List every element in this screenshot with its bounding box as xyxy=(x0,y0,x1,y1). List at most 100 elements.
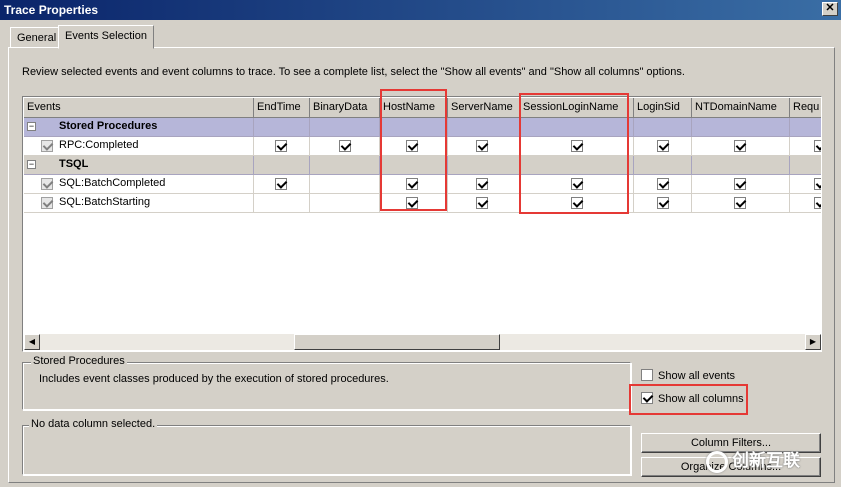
tab-general-label: General xyxy=(17,32,57,44)
watermark: 创新互联 xyxy=(706,446,838,474)
column-checkbox[interactable] xyxy=(275,178,287,190)
column-checkbox[interactable] xyxy=(657,140,669,152)
group-cell xyxy=(310,118,380,137)
scroll-thumb[interactable] xyxy=(294,334,500,350)
column-header-loginsid[interactable]: LoginSid xyxy=(634,98,692,118)
horizontal-scrollbar[interactable]: ◀ ▶ xyxy=(24,334,821,350)
group-name-cell: − TSQL xyxy=(24,156,254,175)
event-name: SQL:BatchStarting xyxy=(59,196,151,208)
group-cell xyxy=(634,118,692,137)
column-header-hostname[interactable]: HostName xyxy=(380,98,448,118)
group-row[interactable]: − Stored Procedures xyxy=(24,118,821,137)
column-header-ntdomainname[interactable]: NTDomainName xyxy=(692,98,790,118)
column-cell xyxy=(310,194,380,213)
group-cell xyxy=(520,118,634,137)
title-bar: Trace Properties ✕ xyxy=(0,0,841,20)
show-all-events-label: Show all events xyxy=(658,370,736,382)
group-cell xyxy=(380,156,448,175)
column-header-endtime[interactable]: EndTime xyxy=(254,98,310,118)
column-header-requ[interactable]: Requ xyxy=(790,98,821,118)
show-all-events-checkbox[interactable] xyxy=(641,369,653,382)
event-row[interactable]: SQL:BatchStarting xyxy=(24,194,821,213)
group-name: Stored Procedures xyxy=(59,120,158,132)
tab-events-selection-label: Events Selection xyxy=(65,30,147,42)
close-icon: ✕ xyxy=(825,2,835,14)
event-row[interactable]: SQL:BatchCompleted xyxy=(24,175,821,194)
arrow-right-icon: ▶ xyxy=(809,337,817,346)
column-checkbox[interactable] xyxy=(339,140,351,152)
column-checkbox[interactable] xyxy=(657,178,669,190)
event-name-cell: SQL:BatchCompleted xyxy=(24,175,254,194)
event-name-cell: SQL:BatchStarting xyxy=(24,194,254,213)
event-name: SQL:BatchCompleted xyxy=(59,177,166,189)
group-name: TSQL xyxy=(59,158,89,170)
column-info-box: No data column selected. xyxy=(22,418,631,475)
event-select-checkbox[interactable] xyxy=(41,178,53,190)
column-checkbox[interactable] xyxy=(406,178,418,190)
column-cell xyxy=(448,137,520,156)
column-info-text: No data column selected. xyxy=(29,418,158,430)
column-cell xyxy=(790,194,821,213)
group-row[interactable]: − TSQL xyxy=(24,156,821,175)
events-grid[interactable]: Events EndTime BinaryData HostName ServerNam… xyxy=(22,96,822,352)
column-checkbox[interactable] xyxy=(406,140,418,152)
column-checkbox[interactable] xyxy=(476,178,488,190)
show-all-columns-option[interactable]: Show all columns xyxy=(641,392,744,405)
column-cell xyxy=(310,175,380,194)
tab-events-selection[interactable]: Events Selection xyxy=(58,25,154,49)
event-row[interactable]: RPC:Completed xyxy=(24,137,821,156)
column-cell xyxy=(634,137,692,156)
column-cell xyxy=(380,175,448,194)
group-cell xyxy=(692,118,790,137)
collapse-icon[interactable]: − xyxy=(27,160,36,169)
column-header-servername[interactable]: ServerName xyxy=(448,98,520,118)
event-select-checkbox[interactable] xyxy=(41,197,53,209)
column-checkbox[interactable] xyxy=(814,197,821,209)
collapse-icon[interactable]: − xyxy=(27,122,36,131)
column-checkbox[interactable] xyxy=(814,178,821,190)
group-cell xyxy=(520,156,634,175)
group-cell xyxy=(254,118,310,137)
tab-general[interactable]: General xyxy=(10,27,64,48)
arrow-left-icon: ◀ xyxy=(28,337,36,346)
scroll-left-button[interactable]: ◀ xyxy=(24,334,40,350)
column-cell xyxy=(448,194,520,213)
column-checkbox[interactable] xyxy=(406,197,418,209)
column-cell xyxy=(380,194,448,213)
column-header-binarydata[interactable]: BinaryData xyxy=(310,98,380,118)
column-checkbox[interactable] xyxy=(814,140,821,152)
show-all-events-option[interactable]: Show all events xyxy=(641,369,736,382)
column-checkbox[interactable] xyxy=(476,197,488,209)
column-cell xyxy=(254,194,310,213)
event-select-checkbox[interactable] xyxy=(41,140,53,152)
group-cell xyxy=(380,118,448,137)
column-checkbox[interactable] xyxy=(734,197,746,209)
column-checkbox[interactable] xyxy=(657,197,669,209)
description-text: Review selected events and event columns… xyxy=(22,66,685,78)
group-cell xyxy=(634,156,692,175)
column-checkbox[interactable] xyxy=(734,178,746,190)
column-cell xyxy=(692,194,790,213)
close-button[interactable]: ✕ xyxy=(822,2,838,16)
column-cell xyxy=(520,194,634,213)
event-info-text: Includes event classes produced by the e… xyxy=(39,373,389,385)
show-all-columns-checkbox[interactable] xyxy=(641,392,653,405)
column-checkbox[interactable] xyxy=(734,140,746,152)
watermark-text: 创新互联 xyxy=(732,451,800,470)
column-checkbox[interactable] xyxy=(571,140,583,152)
column-checkbox[interactable] xyxy=(571,197,583,209)
group-cell xyxy=(254,156,310,175)
column-checkbox[interactable] xyxy=(476,140,488,152)
events-grid-body: Events EndTime BinaryData HostName ServerNam… xyxy=(24,98,821,213)
show-all-columns-label: Show all columns xyxy=(658,393,744,405)
column-header-events[interactable]: Events xyxy=(24,98,254,118)
column-cell xyxy=(790,175,821,194)
group-cell xyxy=(790,118,821,137)
group-cell xyxy=(448,156,520,175)
column-checkbox[interactable] xyxy=(275,140,287,152)
group-cell xyxy=(448,118,520,137)
column-cell xyxy=(448,175,520,194)
column-checkbox[interactable] xyxy=(571,178,583,190)
scroll-right-button[interactable]: ▶ xyxy=(805,334,821,350)
column-header-sessionloginname[interactable]: SessionLoginName xyxy=(520,98,634,118)
